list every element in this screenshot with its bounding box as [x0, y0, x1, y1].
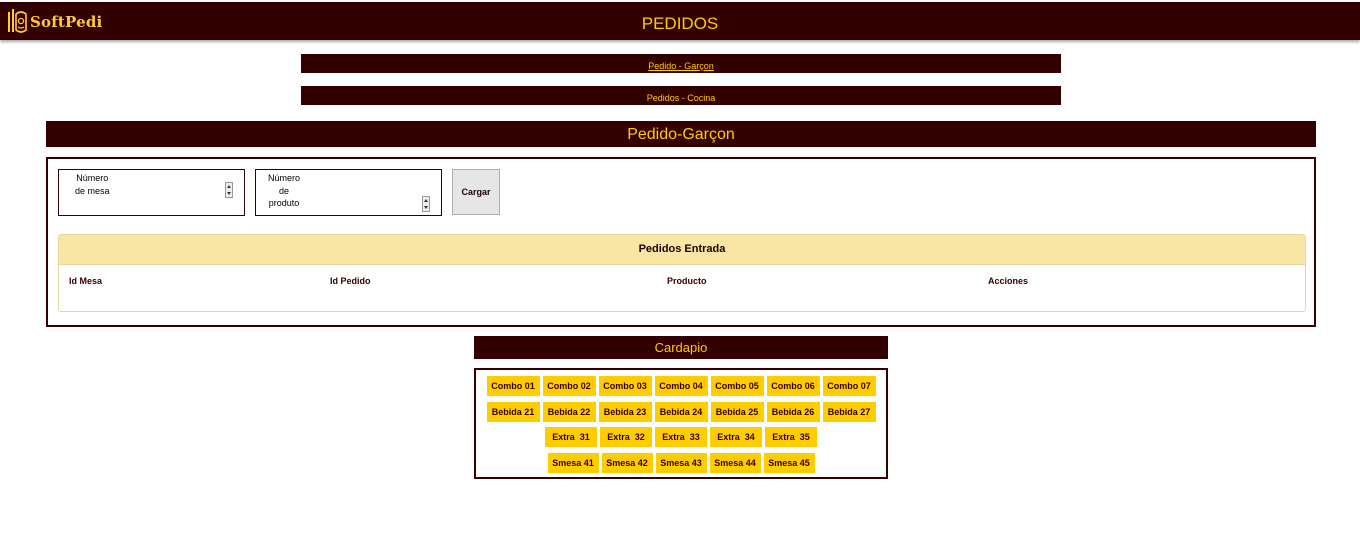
menu-item-combo-03[interactable]: Combo 03 [598, 376, 652, 396]
menu-row-bebidas: Bebida 21 Bebida 22 Bebida 23 Bebida 24 … [476, 402, 886, 422]
pedidos-entrada-panel: Pedidos Entrada Id Mesa Id Pedido Produc… [58, 234, 1306, 312]
menu-item-bebida-23[interactable]: Bebida 23 [598, 402, 652, 422]
menu-item-combo-05[interactable]: Combo 05 [710, 376, 764, 396]
menu-item-bebida-24[interactable]: Bebida 24 [654, 402, 708, 422]
nav-bar-garcon: Pedido - Garçon [301, 54, 1061, 73]
mesa-number-placeholder: Número de mesa [75, 173, 110, 196]
cardapio-title: Cardapio [474, 336, 888, 359]
menu-row-combos: Combo 01 Combo 02 Combo 03 Combo 04 Comb… [476, 376, 886, 396]
produto-number-input[interactable]: Número de produto [255, 169, 442, 216]
mesa-number-input[interactable]: Número de mesa [58, 169, 245, 216]
menu-item-extra-34[interactable]: Extra 34 [710, 427, 762, 447]
column-header-id-pedido: Id Pedido [330, 276, 371, 286]
menu-item-smesa-41[interactable]: Smesa 41 [547, 453, 599, 473]
menu-item-bebida-21[interactable]: Bebida 21 [486, 402, 540, 422]
mesa-spinner-icon[interactable] [225, 182, 233, 198]
pedido-form: Número de mesa Número de produto Cargar … [46, 157, 1316, 327]
menu-item-extra-31[interactable]: Extra 31 [545, 427, 597, 447]
menu-item-extra-35[interactable]: Extra 35 [765, 427, 817, 447]
menu-item-combo-04[interactable]: Combo 04 [654, 376, 708, 396]
top-header-bar: SoftPedi PEDIDOS [0, 2, 1360, 40]
produto-spinner-icon[interactable] [422, 196, 430, 212]
menu-item-bebida-22[interactable]: Bebida 22 [542, 402, 596, 422]
menu-item-combo-02[interactable]: Combo 02 [542, 376, 596, 396]
menu-item-bebida-26[interactable]: Bebida 26 [766, 402, 820, 422]
menu-item-extra-33[interactable]: Extra 33 [655, 427, 707, 447]
nav-link-pedido-garcon[interactable]: Pedido - Garçon [648, 61, 714, 71]
menu-item-smesa-42[interactable]: Smesa 42 [601, 453, 653, 473]
page-title: PEDIDOS [641, 14, 719, 33]
menu-row-extras: Extra 31 Extra 32 Extra 33 Extra 34 Extr… [476, 427, 886, 447]
column-header-producto: Producto [667, 276, 707, 286]
menu-item-smesa-44[interactable]: Smesa 44 [709, 453, 761, 473]
section-title: Pedido-Garçon [46, 121, 1316, 147]
nav-link-pedidos-cocina[interactable]: Pedidos - Cocina [647, 93, 716, 103]
column-header-acciones: Acciones [988, 276, 1029, 286]
menu-item-combo-07[interactable]: Combo 07 [822, 376, 876, 396]
produto-number-placeholder: Número de produto [268, 173, 301, 208]
menu-item-extra-32[interactable]: Extra 32 [600, 427, 652, 447]
pedidos-entrada-heading: Pedidos Entrada [59, 235, 1305, 265]
menu-item-bebida-25[interactable]: Bebida 25 [710, 402, 764, 422]
menu-item-combo-01[interactable]: Combo 01 [486, 376, 540, 396]
menu-item-smesa-43[interactable]: Smesa 43 [655, 453, 707, 473]
column-header-id-mesa: Id Mesa [69, 276, 103, 286]
menu-item-bebida-27[interactable]: Bebida 27 [822, 402, 876, 422]
cargar-button[interactable]: Cargar [452, 169, 500, 215]
menu-row-smesa: Smesa 41 Smesa 42 Smesa 43 Smesa 44 Smes… [476, 453, 886, 473]
menu-item-smesa-45[interactable]: Smesa 45 [763, 453, 815, 473]
cardapio-menu: Combo 01 Combo 02 Combo 03 Combo 04 Comb… [474, 368, 888, 479]
nav-bar-cocina: Pedidos - Cocina [301, 86, 1061, 105]
menu-item-combo-06[interactable]: Combo 06 [766, 376, 820, 396]
